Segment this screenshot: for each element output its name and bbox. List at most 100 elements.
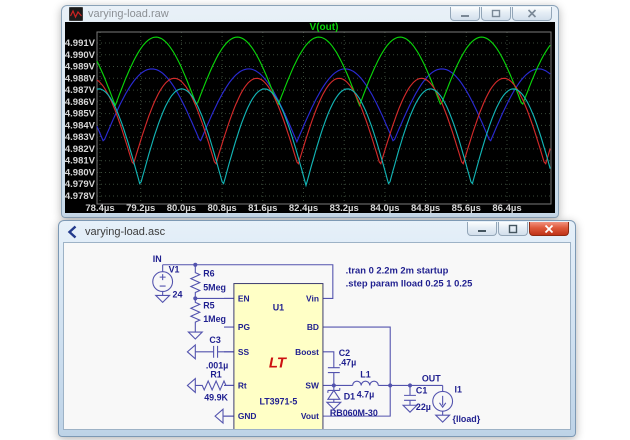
y-axis-tick-label: 4.984V — [65, 120, 96, 131]
x-axis-tick-label: 79.2µs — [126, 203, 155, 213]
v1-value[interactable]: 24 — [173, 289, 183, 299]
y-axis-tick-label: 4.978V — [65, 191, 96, 202]
d1-ref[interactable]: D1 — [344, 391, 355, 401]
minimize-icon — [460, 10, 470, 18]
x-axis-tick-label: 80.0µs — [167, 203, 196, 213]
waveform-file-icon — [69, 7, 83, 21]
minimize-button[interactable] — [467, 222, 497, 236]
current-source-I1[interactable] — [433, 385, 453, 422]
ic-U1[interactable]: U1 LT LT3971-5 EN PG SS Rt GND Vin BD Bo… — [234, 284, 323, 429]
schematic-window-titlebar[interactable]: varying-load.asc — [59, 221, 575, 242]
d1-value[interactable]: RB060M-30 — [330, 408, 378, 418]
waveform-trace — [97, 89, 550, 185]
resistor-R1[interactable] — [187, 379, 234, 393]
r1-value[interactable]: 49.9K — [204, 392, 228, 402]
schematic-drawing[interactable]: U1 LT LT3971-5 EN PG SS Rt GND Vin BD Bo… — [64, 243, 570, 429]
i1-value[interactable]: {Iload} — [453, 414, 481, 424]
maximize-icon — [508, 224, 518, 234]
y-axis-tick-label: 4.987V — [65, 85, 96, 96]
spice-directives[interactable]: .tran 0 2.2m 2m startup .step param Iloa… — [346, 265, 473, 289]
maximize-button[interactable] — [498, 222, 528, 236]
tran-directive[interactable]: .tran 0 2.2m 2m startup — [346, 265, 449, 276]
pin-Boost: Boost — [295, 347, 319, 357]
x-axis-tick-label: 82.4µs — [289, 203, 318, 213]
pin-SS: SS — [238, 347, 250, 357]
diode-D1[interactable] — [327, 385, 341, 409]
c3-ref[interactable]: C3 — [209, 335, 220, 345]
step-directive[interactable]: .step param Iload 0.25 1 0.25 — [346, 278, 473, 289]
close-button[interactable] — [512, 7, 552, 21]
capacitor-C1[interactable] — [403, 385, 417, 412]
c2-value[interactable]: .47µ — [339, 358, 356, 368]
ground-symbol — [156, 295, 170, 302]
r1-ref[interactable]: R1 — [210, 370, 221, 380]
minimize-button[interactable] — [450, 7, 480, 21]
ic-part-number: LT3971-5 — [259, 396, 297, 406]
pin-Rt: Rt — [238, 380, 247, 390]
ground-symbol — [187, 345, 195, 359]
close-icon — [544, 224, 554, 234]
schematic-window-title: varying-load.asc — [85, 226, 165, 238]
y-axis-tick-label: 4.982V — [65, 144, 96, 155]
r5-value[interactable]: 1Meg — [203, 314, 226, 324]
maximize-button[interactable] — [481, 7, 511, 21]
y-axis-tick-label: 4.990V — [65, 50, 96, 61]
pin-EN: EN — [238, 293, 250, 303]
pin-GND: GND — [238, 411, 257, 421]
waveform-trace — [97, 37, 550, 105]
x-axis-tick-label: 86.4µs — [492, 203, 521, 213]
maximize-icon — [491, 9, 501, 18]
schematic-canvas[interactable]: U1 LT LT3971-5 EN PG SS Rt GND Vin BD Bo… — [63, 242, 571, 430]
y-axis-tick-label: 4.988V — [65, 73, 96, 84]
v1-ref[interactable]: V1 — [169, 265, 180, 275]
voltage-source-V1[interactable] — [153, 272, 173, 303]
pin-SW: SW — [305, 380, 319, 390]
x-axis-tick-label: 78.4µs — [85, 203, 114, 213]
ground-symbol — [188, 332, 202, 339]
waveform-window: varying-load.raw V(out) 4.991V4.990V4.98 — [61, 5, 559, 218]
resistor-R5[interactable] — [188, 298, 202, 339]
c1-ref[interactable]: C1 — [416, 385, 427, 395]
i1-ref[interactable]: I1 — [455, 384, 462, 394]
inductor-L1[interactable] — [353, 381, 379, 385]
c2-ref[interactable]: C2 — [339, 348, 350, 358]
x-axis-tick-label: 85.6µs — [452, 203, 481, 213]
ground-symbol — [187, 379, 195, 393]
resistor-R6[interactable] — [191, 265, 200, 299]
r6-ref[interactable]: R6 — [203, 269, 214, 279]
l1-value[interactable]: 4.7µ — [357, 389, 374, 399]
net-label-in[interactable]: IN — [153, 254, 162, 264]
r6-value[interactable]: 5Meg — [203, 282, 226, 292]
c1-value[interactable]: 22µ — [416, 402, 431, 412]
x-axis-tick-label: 84.8µs — [411, 203, 440, 213]
y-axis-tick-label: 4.983V — [65, 132, 96, 143]
net-label-out[interactable]: OUT — [422, 374, 441, 384]
capacitor-C2[interactable] — [328, 368, 340, 373]
plot-frame — [97, 32, 551, 204]
y-axis-tick-label: 4.981V — [65, 156, 96, 167]
close-icon — [527, 9, 537, 18]
pin-PG: PG — [238, 322, 250, 332]
y-axis-tick-label: 4.991V — [65, 38, 96, 49]
waveform-window-titlebar[interactable]: varying-load.raw — [62, 6, 558, 22]
y-axis-tick-label: 4.986V — [65, 97, 96, 108]
minimize-icon — [477, 224, 487, 233]
y-axis-tick-label: 4.980V — [65, 168, 96, 179]
l1-ref[interactable]: L1 — [360, 370, 370, 380]
y-axis-tick-label: 4.985V — [65, 109, 96, 120]
x-axis-tick-label: 83.2µs — [330, 203, 359, 213]
x-axis-tick-label: 80.8µs — [207, 203, 236, 213]
trace-name-label[interactable]: V(out) — [97, 22, 551, 33]
waveform-plot[interactable]: 4.991V4.990V4.989V4.988V4.987V4.986V4.98… — [65, 22, 555, 213]
x-axis-tick-label: 81.6µs — [248, 203, 277, 213]
close-button[interactable] — [529, 222, 569, 236]
waveform-window-title: varying-load.raw — [88, 8, 169, 20]
r5-ref[interactable]: R5 — [203, 300, 214, 310]
waveform-plot-area[interactable]: V(out) 4.991V4.990V4.989V4.988V4.987V4.9… — [65, 22, 555, 213]
y-axis-tick-label: 4.989V — [65, 62, 96, 73]
ground-symbol — [403, 405, 417, 412]
lt-logo: LT — [269, 356, 288, 372]
schematic-file-icon — [66, 225, 80, 239]
ground-symbol — [215, 409, 223, 423]
x-axis-tick-label: 84.0µs — [370, 203, 399, 213]
